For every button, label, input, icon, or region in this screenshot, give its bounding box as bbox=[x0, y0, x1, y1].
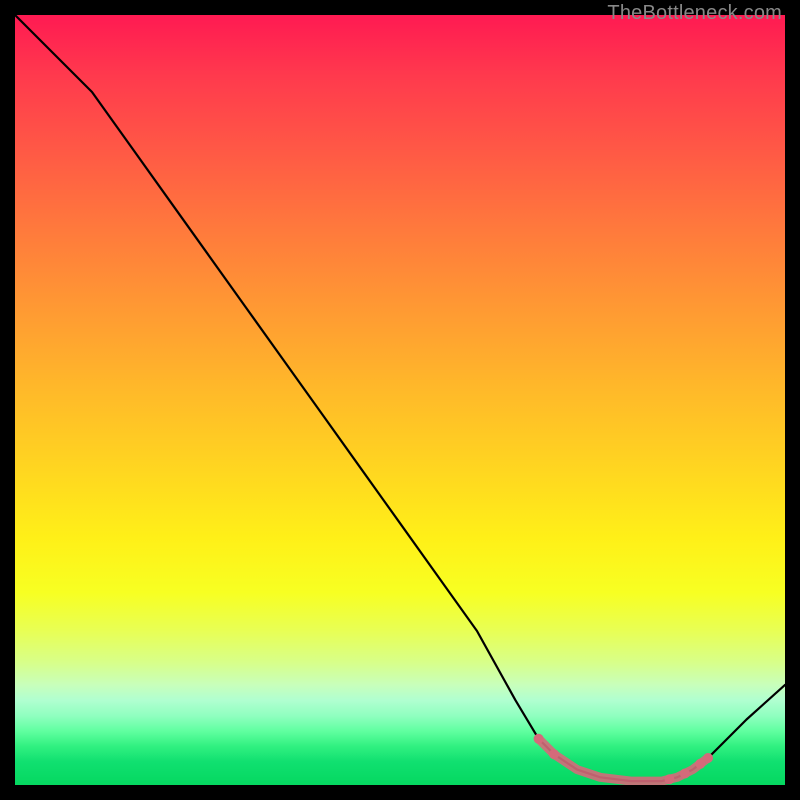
attribution-label: TheBottleneck.com bbox=[607, 2, 782, 25]
gradient-background bbox=[15, 15, 785, 785]
chart-container: TheBottleneck.com bbox=[0, 0, 800, 800]
